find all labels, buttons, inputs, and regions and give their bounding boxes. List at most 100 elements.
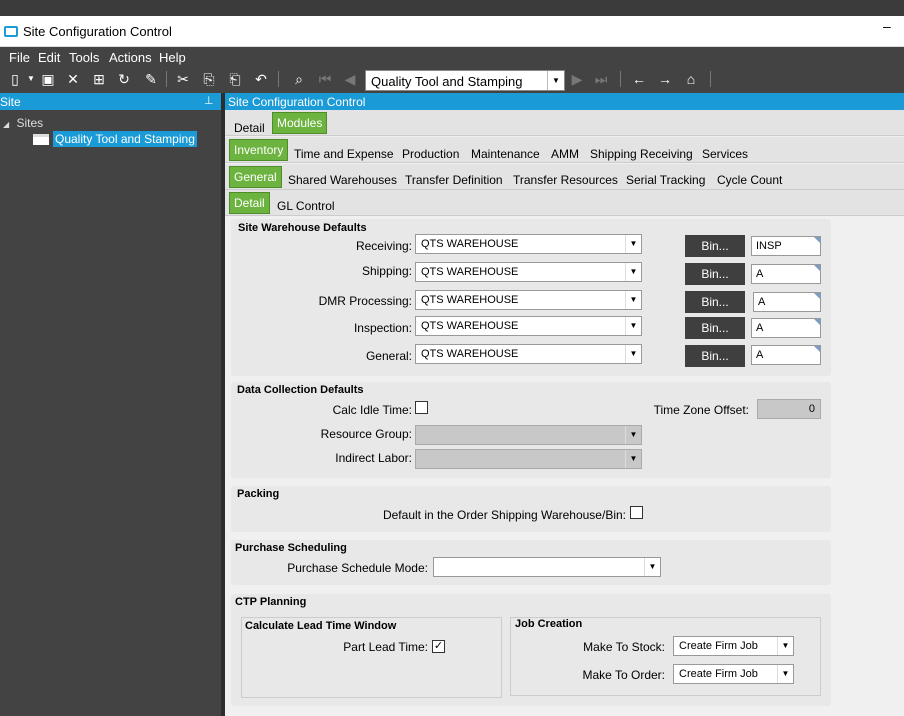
refresh-data-icon[interactable]: ⊞ xyxy=(90,70,108,88)
chevron-down-icon[interactable]: ▼ xyxy=(777,665,793,683)
save-icon[interactable]: ▣ xyxy=(39,70,57,88)
make-to-stock-value: Create Firm Job xyxy=(679,640,758,652)
toolbar-separator xyxy=(710,71,711,87)
packing-title: Packing xyxy=(237,488,280,500)
content-title: Site Configuration Control xyxy=(228,95,366,109)
last-record-icon[interactable]: ⏭ xyxy=(592,70,610,88)
chevron-down-icon[interactable]: ▼ xyxy=(625,263,641,281)
site-selector[interactable]: Quality Tool and Stamping ▼ xyxy=(365,70,565,91)
expand-icon[interactable]: ◢ xyxy=(3,120,9,129)
tab-gl-control[interactable]: GL Control xyxy=(277,199,335,213)
menu-help[interactable]: Help xyxy=(159,50,186,65)
tab-detail[interactable]: Detail xyxy=(234,121,265,135)
general-bin-field[interactable]: A xyxy=(751,345,821,365)
menu-actions[interactable]: Actions xyxy=(109,50,152,65)
tab-transfer-resources[interactable]: Transfer Resources xyxy=(513,173,618,187)
chevron-down-icon[interactable]: ▼ xyxy=(625,426,641,444)
tab-cycle-count[interactable]: Cycle Count xyxy=(717,173,782,187)
previous-record-icon[interactable]: ◀ xyxy=(341,70,359,88)
make-to-stock-combo[interactable]: Create Firm Job ▼ xyxy=(673,636,794,656)
tab-amm[interactable]: AMM xyxy=(551,147,579,161)
menu-tools[interactable]: Tools xyxy=(69,50,99,65)
tab-row-general: Detail GL Control xyxy=(225,190,904,216)
tab-modules[interactable]: Modules xyxy=(272,112,328,134)
tree-item-site[interactable]: Quality Tool and Stamping xyxy=(33,131,197,147)
chevron-down-icon[interactable]: ▼ xyxy=(644,558,660,576)
dmr-warehouse-combo[interactable]: QTS WAREHOUSE ▼ xyxy=(415,290,642,310)
clear-icon[interactable]: ✎ xyxy=(142,70,160,88)
chevron-down-icon[interactable]: ▼ xyxy=(625,317,641,335)
tab-shipping-receiving[interactable]: Shipping Receiving xyxy=(590,147,693,161)
chevron-down-icon[interactable]: ▼ xyxy=(625,235,641,253)
chevron-down-icon[interactable]: ▼ xyxy=(625,450,641,468)
tab-general[interactable]: General xyxy=(229,166,282,188)
shipping-warehouse-value: QTS WAREHOUSE xyxy=(421,266,519,278)
chevron-down-icon[interactable]: ▼ xyxy=(547,71,564,90)
general-bin-button[interactable]: Bin... xyxy=(685,345,745,367)
site-tree-panel xyxy=(0,93,221,716)
shipping-warehouse-combo[interactable]: QTS WAREHOUSE ▼ xyxy=(415,262,642,282)
new-dropdown-icon[interactable]: ▼ xyxy=(22,70,40,88)
forward-icon[interactable]: → xyxy=(656,70,674,88)
lookup-corner-icon xyxy=(814,293,820,299)
chevron-down-icon[interactable]: ▼ xyxy=(777,637,793,655)
resource-group-label: Resource Group: xyxy=(320,427,412,441)
site-panel-header: Site ⊥ xyxy=(0,93,221,110)
receiving-warehouse-combo[interactable]: QTS WAREHOUSE ▼ xyxy=(415,234,642,254)
undo-icon[interactable]: ↶ xyxy=(252,70,270,88)
dmr-bin-button[interactable]: Bin... xyxy=(685,291,745,313)
tab-maintenance[interactable]: Maintenance xyxy=(471,147,540,161)
menu-edit[interactable]: Edit xyxy=(38,50,60,65)
tab-services[interactable]: Services xyxy=(702,147,748,161)
default-order-shipping-checkbox[interactable] xyxy=(630,506,643,519)
inspection-bin-field[interactable]: A xyxy=(751,318,821,338)
tab-transfer-definition[interactable]: Transfer Definition xyxy=(405,173,503,187)
calc-idle-time-checkbox[interactable] xyxy=(415,401,428,414)
menu-file[interactable]: File xyxy=(9,50,30,65)
make-to-order-combo[interactable]: Create Firm Job ▼ xyxy=(673,664,794,684)
pin-icon[interactable]: ⊥ xyxy=(204,94,214,107)
minimize-button[interactable]: – xyxy=(883,18,891,34)
tab-serial-tracking[interactable]: Serial Tracking xyxy=(626,173,705,187)
top-strip xyxy=(0,0,904,16)
purchase-schedule-mode-combo[interactable]: ▼ xyxy=(433,557,661,577)
next-record-icon[interactable]: ▶ xyxy=(568,70,586,88)
refresh-icon[interactable]: ↻ xyxy=(115,70,133,88)
receiving-bin-field[interactable]: INSP xyxy=(751,236,821,256)
inspection-warehouse-combo[interactable]: QTS WAREHOUSE ▼ xyxy=(415,316,642,336)
tab-inventory[interactable]: Inventory xyxy=(229,139,289,161)
tree-root-sites[interactable]: ◢ Sites xyxy=(3,116,43,130)
purchase-scheduling-title: Purchase Scheduling xyxy=(235,542,347,554)
part-lead-time-checkbox[interactable]: ✓ xyxy=(432,640,445,653)
shipping-bin-button[interactable]: Bin... xyxy=(685,263,745,285)
inspection-label: Inspection: xyxy=(353,321,412,335)
search-icon[interactable]: ⌕ xyxy=(290,70,308,88)
home-icon[interactable]: ⌂ xyxy=(682,70,700,88)
tab-shared-warehouses[interactable]: Shared Warehouses xyxy=(288,173,397,187)
cut-icon[interactable]: ✂ xyxy=(174,70,192,88)
toolbar-separator xyxy=(620,71,621,87)
first-record-icon[interactable]: ⏮ xyxy=(316,70,334,88)
tab-production[interactable]: Production xyxy=(402,147,459,161)
tab-general-detail[interactable]: Detail xyxy=(229,192,270,214)
inspection-bin-button[interactable]: Bin... xyxy=(685,317,745,339)
copy-icon[interactable]: ⎘ xyxy=(200,70,218,88)
tab-time-expense[interactable]: Time and Expense xyxy=(294,147,394,161)
resource-group-combo[interactable]: ▼ xyxy=(415,425,642,445)
job-creation-title: Job Creation xyxy=(515,618,583,630)
back-icon[interactable]: ← xyxy=(630,70,648,88)
chevron-down-icon[interactable]: ▼ xyxy=(625,291,641,309)
paste-icon[interactable]: ⎗ xyxy=(226,70,244,88)
dmr-bin-field[interactable]: A xyxy=(753,292,821,312)
chevron-down-icon[interactable]: ▼ xyxy=(625,345,641,363)
calc-idle-time-label: Calc Idle Time: xyxy=(332,403,412,417)
tab-row-modules: Inventory Time and Expense Production Ma… xyxy=(225,137,904,163)
default-order-shipping-label: Default in the Order Shipping Warehouse/… xyxy=(382,508,626,522)
receiving-bin-button[interactable]: Bin... xyxy=(685,235,745,257)
general-warehouse-combo[interactable]: QTS WAREHOUSE ▼ xyxy=(415,344,642,364)
indirect-labor-combo[interactable]: ▼ xyxy=(415,449,642,469)
time-zone-offset-field[interactable]: 0 xyxy=(757,399,821,419)
delete-icon[interactable]: ✕ xyxy=(64,70,82,88)
receiving-bin-value: INSP xyxy=(756,240,782,252)
shipping-bin-field[interactable]: A xyxy=(751,264,821,284)
